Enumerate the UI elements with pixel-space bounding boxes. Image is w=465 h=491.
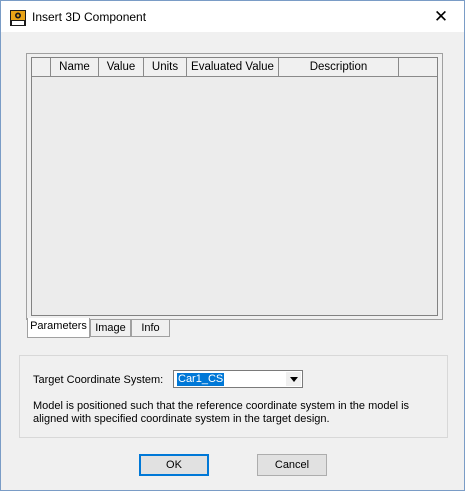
grid-header: Name Value Units Evaluated Value Descrip… <box>32 58 437 77</box>
selected-coordinate-system: Car1_CS <box>177 373 225 386</box>
parameters-panel: Name Value Units Evaluated Value Descrip… <box>26 53 443 320</box>
app-icon <box>10 10 26 26</box>
column-name[interactable]: Name <box>51 58 99 76</box>
cancel-button[interactable]: Cancel <box>257 454 327 476</box>
target-coordinate-label: Target Coordinate System: <box>33 374 164 386</box>
close-button[interactable]: ✕ <box>418 1 464 32</box>
parameters-grid[interactable]: Name Value Units Evaluated Value Descrip… <box>31 57 438 316</box>
tab-parameters[interactable]: Parameters <box>27 318 90 338</box>
column-evaluated-value[interactable]: Evaluated Value <box>187 58 279 76</box>
row-header-column[interactable] <box>32 58 51 76</box>
ok-button[interactable]: OK <box>139 454 209 476</box>
column-description[interactable]: Description <box>279 58 399 76</box>
insert-3d-component-dialog: Insert 3D Component ✕ Name Value Units E… <box>0 0 465 491</box>
tab-image[interactable]: Image <box>90 319 131 337</box>
target-coordinate-dropdown[interactable]: Car1_CS <box>173 370 303 388</box>
tab-info[interactable]: Info <box>131 319 170 337</box>
positioning-description: Model is positioned such that the refere… <box>33 400 410 425</box>
window-title: Insert 3D Component <box>32 10 147 24</box>
column-units[interactable]: Units <box>144 58 187 76</box>
column-value[interactable]: Value <box>99 58 144 76</box>
tab-strip: Parameters Image Info <box>27 318 187 339</box>
close-icon: ✕ <box>433 6 449 26</box>
target-coordinate-group: Target Coordinate System: Car1_CS Model … <box>19 355 448 438</box>
title-bar: Insert 3D Component ✕ <box>1 1 464 32</box>
chevron-down-icon[interactable] <box>286 372 301 386</box>
column-filler <box>399 58 437 76</box>
